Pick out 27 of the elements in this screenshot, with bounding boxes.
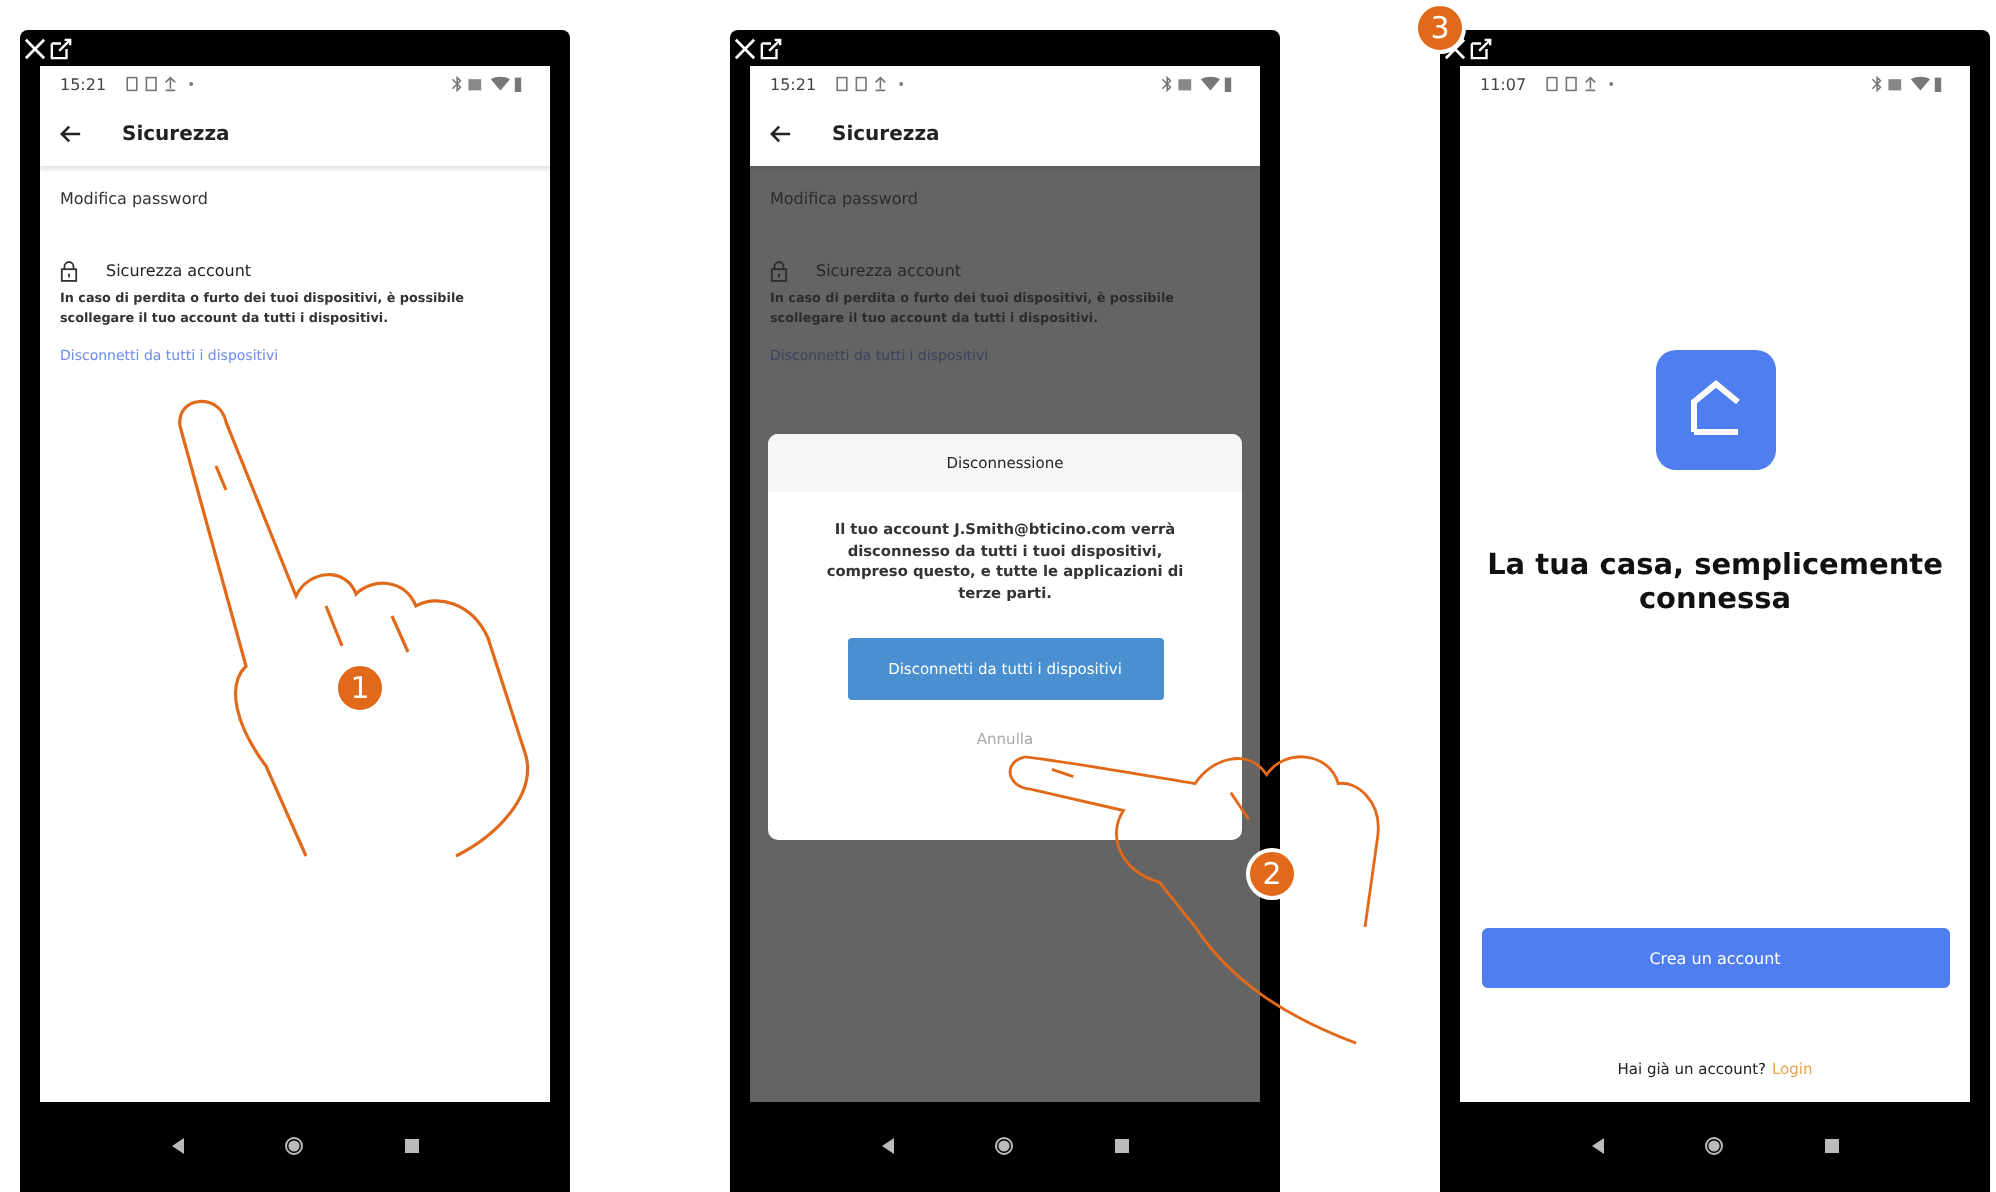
recents-nav-icon[interactable] — [1821, 1136, 1842, 1156]
back-arrow-icon[interactable] — [60, 124, 82, 144]
close-icon[interactable] — [734, 37, 756, 59]
screen-title: Sicurezza — [122, 123, 230, 145]
lock-icon — [60, 260, 78, 282]
home-nav-icon[interactable] — [284, 1136, 305, 1156]
close-icon[interactable] — [24, 37, 46, 59]
home-logo-icon — [1655, 350, 1775, 470]
home-nav-icon[interactable] — [1704, 1136, 1725, 1156]
status-time: 11:07 — [1480, 75, 1527, 93]
back-arrow-icon[interactable] — [770, 124, 792, 144]
screen-title: Sicurezza — [832, 123, 940, 145]
change-password-item[interactable]: Modifica password — [60, 190, 530, 208]
step-number: 2 — [1246, 848, 1298, 900]
recents-nav-icon[interactable] — [1111, 1136, 1132, 1156]
recents-nav-icon[interactable] — [401, 1136, 422, 1156]
back-nav-icon[interactable] — [878, 1136, 899, 1156]
status-time: 15:21 — [60, 75, 107, 93]
section-title: Sicurezza account — [816, 262, 962, 280]
back-nav-icon[interactable] — [168, 1136, 189, 1156]
status-time: 15:21 — [770, 75, 817, 93]
step-number: 3 — [1414, 2, 1466, 54]
create-account-button[interactable]: Crea un account — [1481, 928, 1949, 988]
back-nav-icon[interactable] — [1588, 1136, 1609, 1156]
home-nav-icon[interactable] — [994, 1136, 1015, 1156]
welcome-headline: La tua casa, semplicemente connessa — [1485, 550, 1945, 620]
section-title: Sicurezza account — [106, 262, 252, 280]
